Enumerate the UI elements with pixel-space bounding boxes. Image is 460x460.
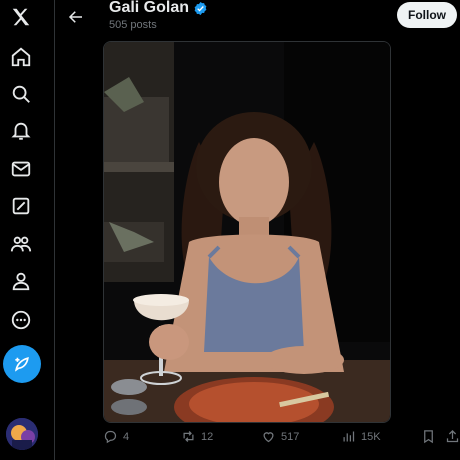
post-actions: 4 12 517 15K [55, 425, 460, 451]
profile-header: Gali Golan 505 posts Follow [55, 0, 460, 40]
communities-icon[interactable] [2, 227, 40, 261]
repost-button[interactable]: 12 [181, 429, 213, 444]
post-photo[interactable] [103, 41, 391, 423]
like-count: 517 [281, 430, 300, 443]
messages-envelope-icon[interactable] [2, 152, 40, 186]
repost-icon [183, 431, 194, 442]
views-count: 15K [361, 430, 381, 443]
grok-icon[interactable] [2, 189, 40, 223]
profile-name: Gali Golan [109, 0, 190, 16]
account-avatar[interactable] [6, 418, 38, 450]
views-chart-icon [343, 431, 355, 442]
notifications-bell-icon[interactable] [2, 114, 40, 148]
like-button[interactable]: 517 [261, 429, 299, 444]
views-button[interactable]: 15K [341, 429, 381, 444]
reply-icon [104, 430, 117, 444]
bookmark-button[interactable] [421, 429, 436, 444]
follow-button[interactable]: Follow [397, 2, 457, 28]
back-arrow-icon [68, 11, 82, 23]
verified-badge-icon [194, 1, 207, 15]
back-button[interactable] [63, 4, 89, 30]
share-icon [446, 429, 459, 443]
column-divider [54, 0, 55, 460]
x-logo-icon[interactable] [2, 0, 40, 34]
left-sidebar [0, 0, 42, 460]
repost-count: 12 [201, 430, 214, 443]
compose-post-button[interactable] [3, 345, 41, 383]
share-button[interactable] [445, 429, 460, 444]
search-icon[interactable] [2, 77, 40, 111]
compose-feather-icon [15, 357, 29, 372]
reply-count: 4 [123, 430, 130, 443]
reply-button[interactable]: 4 [103, 429, 129, 444]
posts-count: 505 posts [109, 19, 157, 31]
profile-icon[interactable] [2, 264, 40, 298]
heart-icon [263, 432, 274, 443]
home-icon[interactable] [2, 40, 40, 74]
more-circle-icon[interactable] [2, 303, 40, 337]
bookmark-icon [424, 430, 433, 444]
profile-title-row: Gali Golan [109, 0, 208, 17]
